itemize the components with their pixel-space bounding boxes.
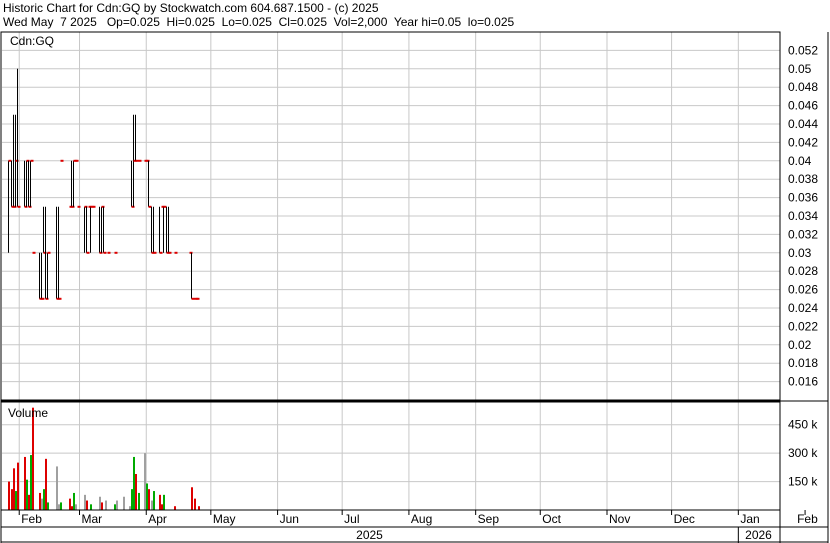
volume-bar: [39, 492, 41, 510]
price-tick-label: 0.034: [788, 209, 818, 223]
price-panel-title: Cdn:GQ: [10, 34, 54, 48]
volume-bar: [144, 453, 146, 510]
volume-bar: [86, 500, 88, 510]
month-label: Apr: [148, 512, 167, 526]
chart-frames: [0, 31, 829, 543]
price-bars: [8, 68, 200, 300]
volume-bar: [47, 502, 49, 510]
volume-grid: [2, 402, 780, 510]
volume-bar: [133, 456, 135, 510]
price-tick-label: 0.042: [788, 135, 818, 149]
month-label: May: [213, 512, 236, 526]
price-tick-label: 0.04: [788, 154, 812, 168]
volume-bar: [15, 491, 17, 510]
month-label: Sep: [478, 512, 500, 526]
volume-bar: [84, 494, 86, 510]
volume-bar: [69, 498, 71, 510]
volume-bar: [32, 407, 34, 510]
volume-panel-frame: [0, 401, 781, 511]
volume-bar: [30, 455, 32, 510]
volume-bar: [43, 489, 45, 510]
volume-bar: [191, 487, 193, 510]
volume-bar: [58, 504, 60, 510]
month-label: Nov: [609, 512, 630, 526]
volume-bar: [71, 506, 73, 510]
volume-bar: [153, 491, 155, 510]
volume-tick-label: 450 k: [788, 418, 818, 432]
month-label: Feb: [21, 512, 42, 526]
volume-bar: [73, 492, 75, 510]
month-label: Jun: [280, 512, 299, 526]
volume-panel-title: Volume: [8, 406, 48, 420]
volume-bar: [146, 483, 148, 510]
price-tick-label: 0.05: [788, 62, 812, 76]
volume-bar: [163, 494, 165, 510]
price-tick-label: 0.048: [788, 80, 818, 94]
stock-chart: 0.052 0.05 0.048 0.046 0.044 0.042 0.04 0.038 0.…: [0, 31, 829, 543]
volume-bar: [194, 498, 196, 510]
volume-bar: [8, 481, 10, 510]
volume-bars: [8, 407, 200, 510]
price-tick-label: 0.03: [788, 246, 812, 260]
volume-tick-label: 150 k: [788, 475, 818, 489]
year-label: 2025: [356, 528, 383, 542]
price-tick-label: 0.022: [788, 319, 818, 333]
month-label: Jan: [740, 512, 759, 526]
month-label: Mar: [82, 512, 103, 526]
volume-bar: [116, 500, 118, 510]
price-tick-label: 0.032: [788, 227, 818, 241]
volume-bar: [60, 502, 62, 510]
volume-bar: [99, 496, 101, 510]
volume-bar: [131, 489, 133, 510]
year-label: 2026: [745, 528, 772, 542]
axis-labels: 0.052 0.05 0.048 0.046 0.044 0.042 0.04 0.038 0.…: [8, 34, 818, 542]
price-tick-label: 0.018: [788, 356, 818, 370]
volume-bar: [135, 474, 137, 510]
volume-bar: [174, 506, 176, 510]
volume-bar: [41, 498, 43, 510]
price-tick-label: 0.052: [788, 43, 818, 57]
volume-bar: [129, 506, 131, 510]
volume-bar: [45, 458, 47, 510]
month-label: Feb: [797, 512, 818, 526]
volume-bar: [28, 494, 30, 510]
price-grid: [2, 32, 780, 400]
volume-bar: [26, 479, 28, 510]
volume-bar: [123, 496, 125, 510]
price-tick-label: 0.036: [788, 191, 818, 205]
volume-bar: [148, 489, 150, 510]
price-tick-label: 0.046: [788, 99, 818, 113]
volume-bar: [24, 456, 26, 510]
price-tick-label: 0.026: [788, 283, 818, 297]
volume-bar: [159, 494, 161, 510]
month-label: Oct: [542, 512, 561, 526]
volume-bar: [11, 489, 13, 510]
price-tick-label: 0.016: [788, 375, 818, 389]
volume-bar: [90, 504, 92, 510]
price-tick-label: 0.024: [788, 301, 818, 315]
volume-bar: [56, 466, 58, 510]
month-label: Jul: [344, 512, 359, 526]
month-label: Aug: [411, 512, 432, 526]
price-tick-label: 0.02: [788, 338, 812, 352]
price-tick-label: 0.028: [788, 264, 818, 278]
volume-bar: [114, 504, 116, 510]
volume-bar: [13, 468, 15, 510]
volume-bar: [101, 502, 103, 510]
price-tick-label: 0.044: [788, 117, 818, 131]
volume-bar: [105, 500, 107, 510]
volume-bar: [161, 504, 163, 510]
price-tick-label: 0.038: [788, 172, 818, 186]
volume-bar: [17, 462, 19, 510]
month-label: Dec: [674, 512, 695, 526]
volume-bar: [151, 500, 153, 510]
volume-tick-label: 300 k: [788, 446, 818, 460]
volume-bar: [198, 506, 200, 510]
volume-bar: [138, 492, 140, 510]
volume-bar: [75, 504, 77, 510]
